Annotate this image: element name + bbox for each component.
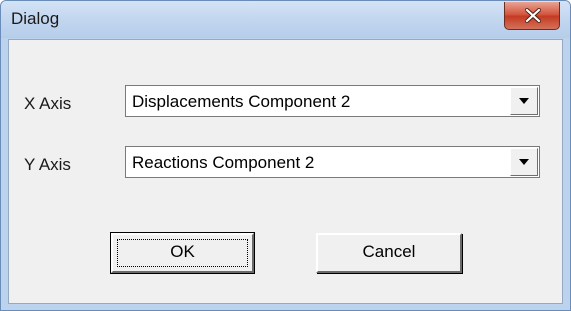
cancel-button-label: Cancel xyxy=(362,242,416,261)
chevron-down-icon xyxy=(519,159,529,165)
y-axis-select[interactable]: Reactions Component 2 xyxy=(125,146,540,178)
y-axis-dropdown-button[interactable] xyxy=(510,148,538,176)
dialog-client-area: X Axis Displacements Component 2 Y Axis … xyxy=(8,39,563,304)
cancel-button[interactable]: Cancel xyxy=(316,233,462,273)
title-bar[interactable]: Dialog xyxy=(1,1,570,38)
x-axis-selected-value: Displacements Component 2 xyxy=(132,92,351,111)
y-axis-selected-value: Reactions Component 2 xyxy=(132,153,315,172)
ok-button[interactable]: OK xyxy=(110,232,255,274)
ok-button-label: OK xyxy=(170,242,195,261)
y-axis-label: Y Axis xyxy=(24,155,71,174)
x-axis-select[interactable]: Displacements Component 2 xyxy=(125,85,540,117)
chevron-down-icon xyxy=(519,98,529,104)
dialog-window: Dialog X Axis Displacements Component 2 … xyxy=(0,0,571,311)
close-button[interactable] xyxy=(504,2,560,30)
x-axis-dropdown-button[interactable] xyxy=(510,87,538,115)
window-title: Dialog xyxy=(11,9,60,28)
close-icon xyxy=(525,8,541,23)
x-axis-label: X Axis xyxy=(24,94,72,113)
